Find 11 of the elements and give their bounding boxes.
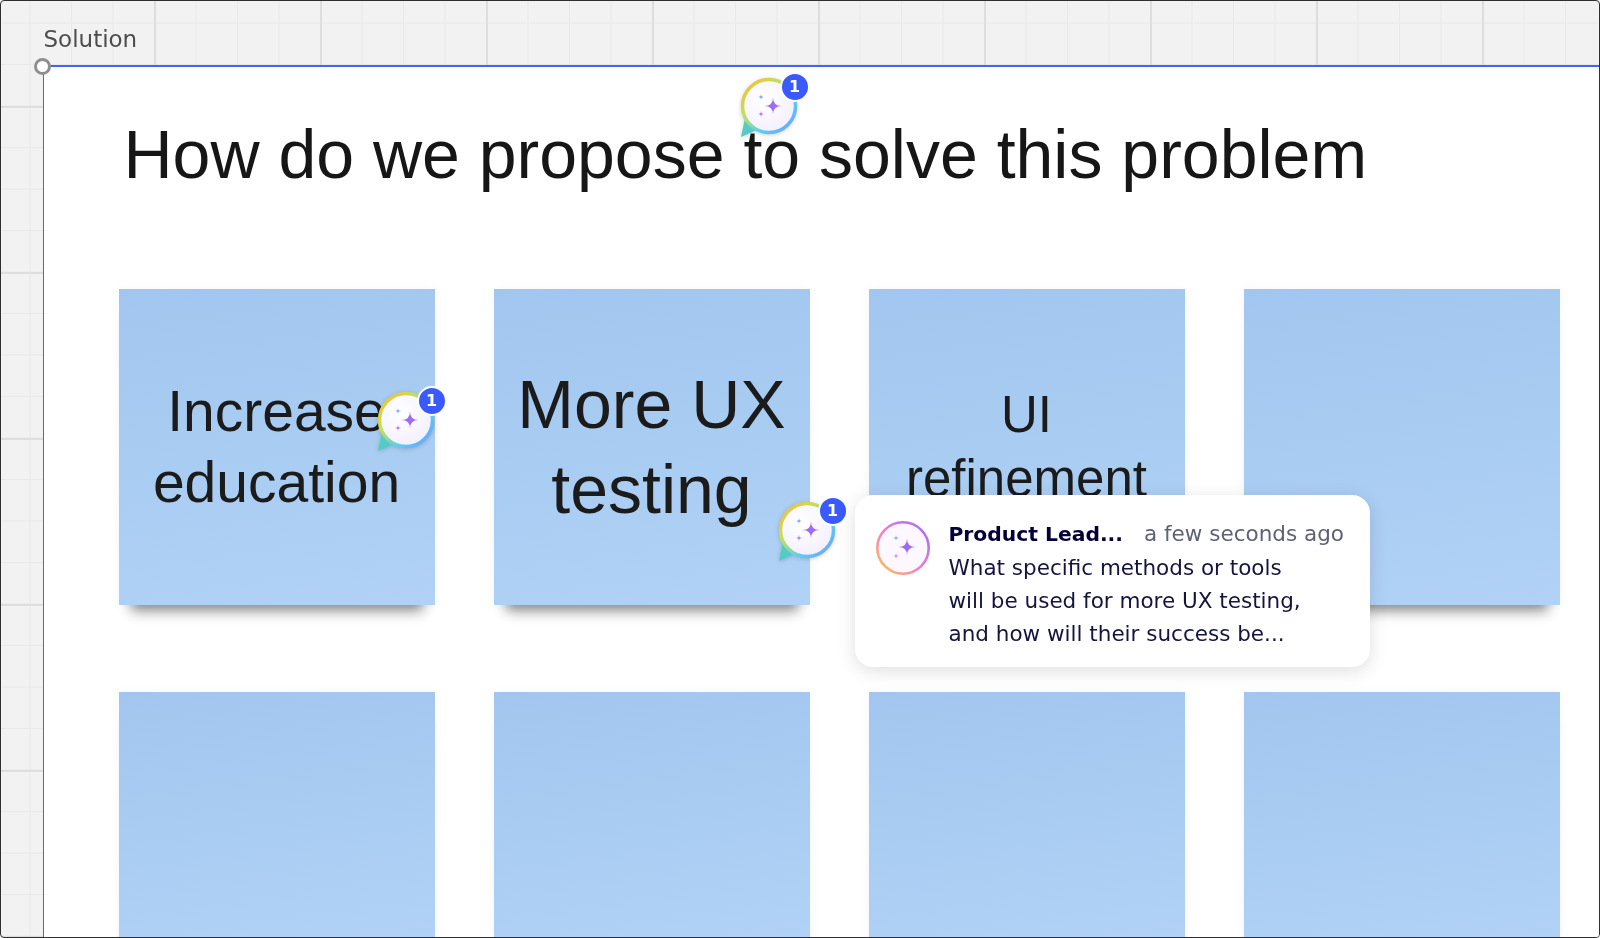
count-badge: 1 [817, 495, 848, 526]
note-text: Increase education [152, 378, 401, 514]
frame-handle[interactable] [34, 58, 51, 75]
count-badge: 1 [779, 71, 810, 102]
frame-title: Solution [43, 25, 138, 53]
sparkle-avatar-icon [875, 520, 930, 575]
comment-time: a few seconds ago [1144, 520, 1344, 546]
heading: How do we propose to solve this problem [123, 114, 1368, 193]
comment-text: What specific methods or tools will be used for more UX testing, and how will their success be... [948, 553, 1302, 648]
author-name: Product Lead... [948, 521, 1124, 546]
note-text: UI refinement [906, 386, 1147, 507]
